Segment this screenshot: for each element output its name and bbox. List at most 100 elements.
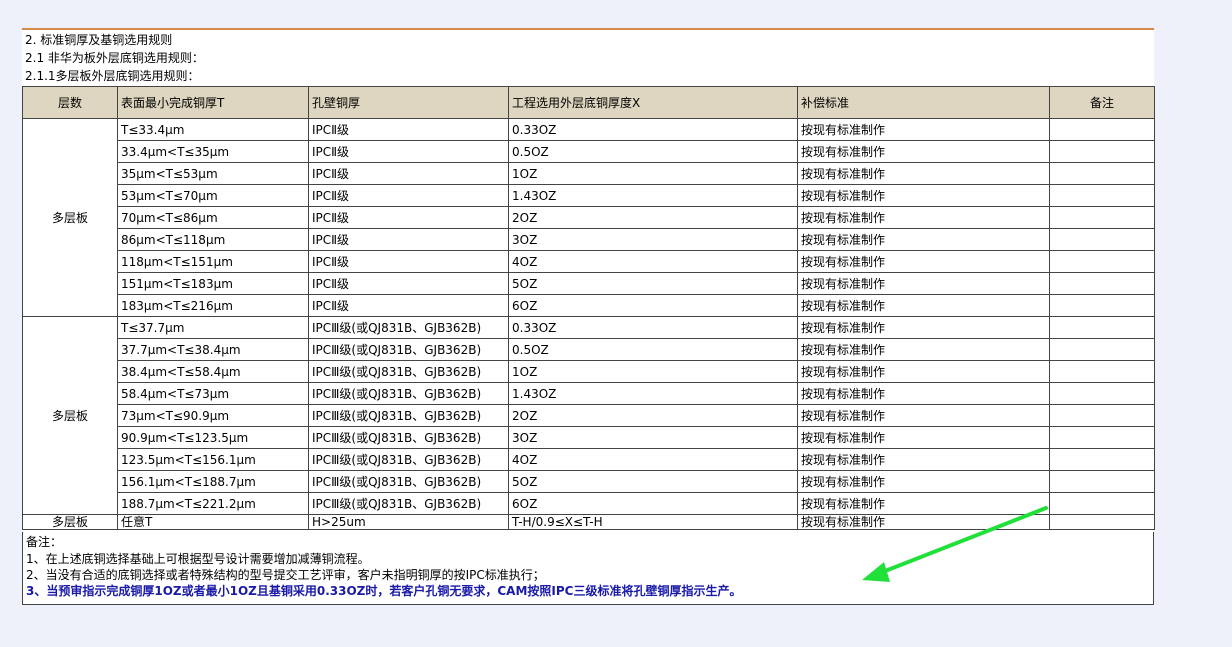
base-copper-cell: 5OZ xyxy=(508,470,798,493)
compensation-cell: 按现有标准制作 xyxy=(797,382,1050,405)
hole-wall-cell: IPCⅡ级 xyxy=(308,250,509,273)
table-row: 35μm<T≤53μm IPCⅡ级 1OZ 按现有标准制作 xyxy=(23,162,1155,185)
hole-wall-cell: IPCⅡ级 xyxy=(308,228,509,251)
remarks-cell xyxy=(1049,360,1155,383)
column-header-remarks: 备注 xyxy=(1049,86,1155,119)
hole-wall-cell: IPCⅡ级 xyxy=(308,118,509,141)
hole-wall-cell: IPCⅢ级(或QJ831B、GJB362B) xyxy=(308,448,509,471)
min-copper-cell: 183μm<T≤216μm xyxy=(117,294,309,317)
note-item-emphasized: 3、当预审指示完成铜厚1OZ或者最小1OZ且基铜采用0.33OZ时，若客户孔铜无… xyxy=(26,584,742,598)
hole-wall-cell: IPCⅡ级 xyxy=(308,184,509,207)
base-copper-cell: 1.43OZ xyxy=(508,382,798,405)
hole-wall-cell: IPCⅡ级 xyxy=(308,206,509,229)
base-copper-cell: 4OZ xyxy=(508,448,798,471)
base-copper-cell: 3OZ xyxy=(508,228,798,251)
remarks-cell xyxy=(1049,250,1155,273)
min-copper-cell: 90.9μm<T≤123.5μm xyxy=(117,426,309,449)
base-copper-cell: 0.33OZ xyxy=(508,118,798,141)
table-row: 156.1μm<T≤188.7μm IPCⅢ级(或QJ831B、GJB362B) 5… xyxy=(23,470,1155,493)
table-row: 33.4μm<T≤35μm IPCⅡ级 0.5OZ 按现有标准制作 xyxy=(23,140,1155,163)
min-copper-cell: 70μm<T≤86μm xyxy=(117,206,309,229)
compensation-cell: 按现有标准制作 xyxy=(797,162,1050,185)
table-row: 118μm<T≤151μm IPCⅡ级 4OZ 按现有标准制作 xyxy=(23,250,1155,273)
compensation-cell: 按现有标准制作 xyxy=(797,470,1050,493)
min-copper-cell: T≤33.4μm xyxy=(117,118,309,141)
compensation-cell: 按现有标准制作 xyxy=(797,272,1050,295)
base-copper-cell: 0.33OZ xyxy=(508,316,798,339)
remarks-cell xyxy=(1049,162,1155,185)
notes-section: 备注： 1、在上述底铜选择基础上可根据型号设计需要增加减薄铜流程。 2、当没有合… xyxy=(22,532,1154,605)
compensation-cell: 按现有标准制作 xyxy=(797,316,1050,339)
base-copper-cell: 0.5OZ xyxy=(508,338,798,361)
remarks-cell xyxy=(1049,338,1155,361)
table-row: 58.4μm<T≤73μm IPCⅢ级(或QJ831B、GJB362B) 1.43O… xyxy=(23,382,1155,405)
base-copper-cell: 2OZ xyxy=(508,206,798,229)
min-copper-cell: 118μm<T≤151μm xyxy=(117,250,309,273)
heading-section-2-1: 2.1 非华为板外层底铜选用规则： xyxy=(25,51,204,65)
table-header-row: 层数 表面最小完成铜厚T 孔壁铜厚 工程选用外层底铜厚度X 补偿标准 备注 xyxy=(22,86,1155,119)
base-copper-cell: 4OZ xyxy=(508,250,798,273)
remarks-cell xyxy=(1049,272,1155,295)
remarks-cell xyxy=(1049,118,1155,141)
base-copper-cell: 6OZ xyxy=(508,492,798,515)
hole-wall-cell: IPCⅡ级 xyxy=(308,272,509,295)
table-row: 37.7μm<T≤38.4μm IPCⅢ级(或QJ831B、GJB362B) 0.5… xyxy=(23,338,1155,361)
min-copper-cell: 58.4μm<T≤73μm xyxy=(117,382,309,405)
table-row: 151μm<T≤183μm IPCⅡ级 5OZ 按现有标准制作 xyxy=(23,272,1155,295)
hole-wall-cell: IPCⅡ级 xyxy=(308,162,509,185)
remarks-cell xyxy=(1049,140,1155,163)
table-row: 188.7μm<T≤221.2μm IPCⅢ级(或QJ831B、GJB362B) 6… xyxy=(23,492,1155,515)
remarks-cell xyxy=(1049,426,1155,449)
remarks-cell xyxy=(1049,404,1155,427)
min-copper-cell: 53μm<T≤70μm xyxy=(117,184,309,207)
table-row: 38.4μm<T≤58.4μm IPCⅢ级(或QJ831B、GJB362B) 1OZ… xyxy=(23,360,1155,383)
remarks-cell xyxy=(1049,184,1155,207)
column-header-hole-wall-copper: 孔壁铜厚 xyxy=(308,86,509,119)
heading-section-2: 2. 标准铜厚及基铜选用规则 xyxy=(25,33,173,47)
table-row: 183μm<T≤216μm IPCⅡ级 6OZ 按现有标准制作 xyxy=(23,294,1155,317)
layer-type-cell: 多层板 xyxy=(22,118,118,317)
compensation-cell: 按现有标准制作 xyxy=(797,492,1050,515)
table-row: 73μm<T≤90.9μm IPCⅢ级(或QJ831B、GJB362B) 2OZ 按现… xyxy=(23,404,1155,427)
compensation-cell: 按现有标准制作 xyxy=(797,206,1050,229)
layer-type-cell: 多层板 xyxy=(22,316,118,515)
min-copper-cell: 73μm<T≤90.9μm xyxy=(117,404,309,427)
note-item: 1、在上述底铜选择基础上可根据型号设计需要增加减薄铜流程。 xyxy=(26,552,370,566)
min-copper-cell: T≤37.7μm xyxy=(117,316,309,339)
min-copper-cell: 123.5μm<T≤156.1μm xyxy=(117,448,309,471)
table-row: 多层板 T≤37.7μm IPCⅢ级(或QJ831B、GJB362B) 0.33OZ 按… xyxy=(22,316,1155,515)
hole-wall-cell: IPCⅢ级(或QJ831B、GJB362B) xyxy=(308,404,509,427)
compensation-cell: 按现有标准制作 xyxy=(797,426,1050,449)
remarks-cell xyxy=(1049,470,1155,493)
min-copper-cell: 188.7μm<T≤221.2μm xyxy=(117,492,309,515)
min-copper-cell: 156.1μm<T≤188.7μm xyxy=(117,470,309,493)
min-copper-cell: 任意T xyxy=(117,514,309,530)
table-row: 多层板 任意T H>25um T-H/0.9≤X≤T-H 按现有标准制作 xyxy=(22,514,1155,530)
column-header-layers: 层数 xyxy=(22,86,118,119)
heading-section-2-1-1: 2.1.1多层板外层底铜选用规则： xyxy=(25,69,200,83)
base-copper-cell: T-H/0.9≤X≤T-H xyxy=(508,514,798,530)
base-copper-cell: 1.43OZ xyxy=(508,184,798,207)
hole-wall-cell: IPCⅢ级(或QJ831B、GJB362B) xyxy=(308,382,509,405)
base-copper-cell: 5OZ xyxy=(508,272,798,295)
compensation-cell: 按现有标准制作 xyxy=(797,184,1050,207)
hole-wall-cell: IPCⅡ级 xyxy=(308,140,509,163)
remarks-cell xyxy=(1049,514,1155,530)
min-copper-cell: 86μm<T≤118μm xyxy=(117,228,309,251)
hole-wall-cell: IPCⅢ级(或QJ831B、GJB362B) xyxy=(308,426,509,449)
min-copper-cell: 35μm<T≤53μm xyxy=(117,162,309,185)
min-copper-cell: 38.4μm<T≤58.4μm xyxy=(117,360,309,383)
column-header-compensation: 补偿标准 xyxy=(797,86,1050,119)
compensation-cell: 按现有标准制作 xyxy=(797,404,1050,427)
remarks-cell xyxy=(1049,316,1155,339)
hole-wall-cell: IPCⅢ级(或QJ831B、GJB362B) xyxy=(308,316,509,339)
hole-wall-cell: IPCⅢ级(或QJ831B、GJB362B) xyxy=(308,360,509,383)
remarks-cell xyxy=(1049,448,1155,471)
table-row: 53μm<T≤70μm IPCⅡ级 1.43OZ 按现有标准制作 xyxy=(23,184,1155,207)
min-copper-cell: 33.4μm<T≤35μm xyxy=(117,140,309,163)
base-copper-cell: 1OZ xyxy=(508,162,798,185)
remarks-cell xyxy=(1049,382,1155,405)
column-header-base-copper: 工程选用外层底铜厚度X xyxy=(508,86,798,119)
table-row: 86μm<T≤118μm IPCⅡ级 3OZ 按现有标准制作 xyxy=(23,228,1155,251)
remarks-cell xyxy=(1049,294,1155,317)
